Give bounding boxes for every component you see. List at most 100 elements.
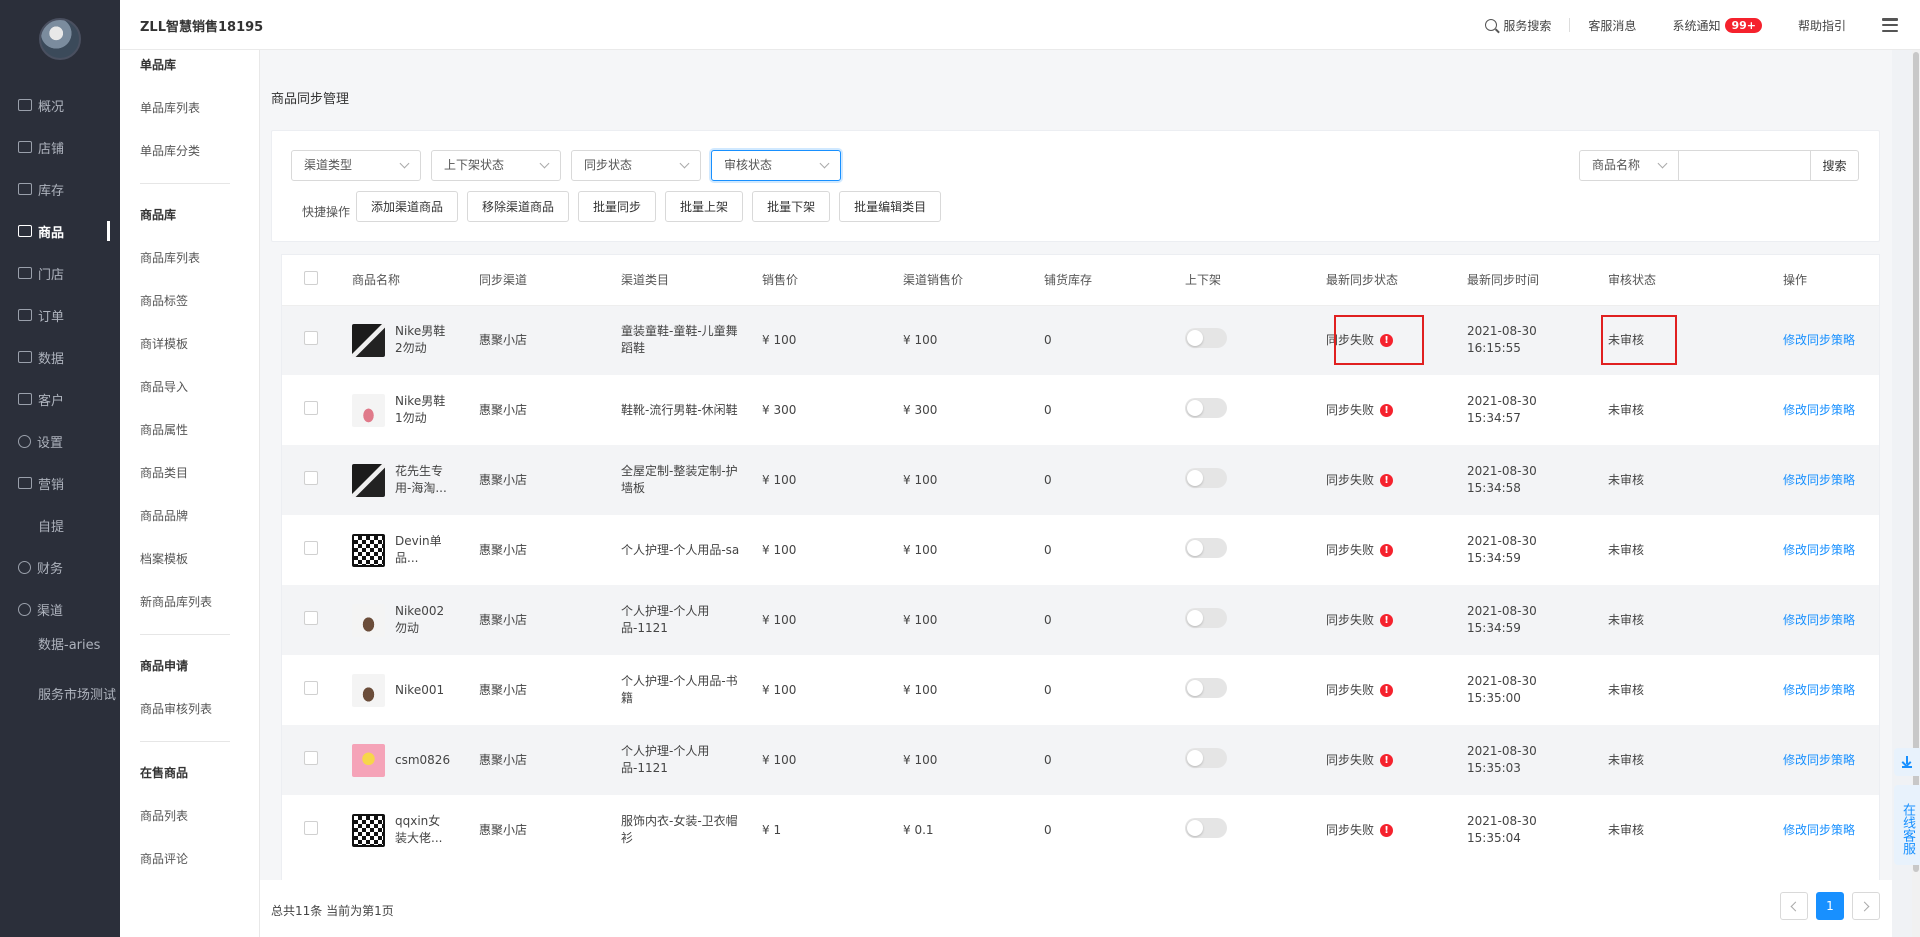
nav-item-pickup[interactable]: 自提 (0, 504, 120, 546)
help-link[interactable]: 帮助指引 (1780, 17, 1864, 34)
error-icon[interactable]: ! (1380, 823, 1394, 837)
hamburger-menu-icon[interactable] (1882, 18, 1898, 32)
edit-sync-strategy-link[interactable]: 修改同步策略 (1783, 333, 1855, 347)
search-button[interactable]: 搜索 (1811, 150, 1859, 181)
nav-item-store[interactable]: 店铺 (0, 126, 120, 168)
store-title: ZLL智慧销售18195 (140, 20, 264, 35)
total-count: 总共11条 当前为第1页 (271, 904, 394, 918)
download-float-button[interactable] (1894, 748, 1920, 776)
channel-category: 个人护理-个人用品-sa (621, 542, 740, 557)
error-icon[interactable]: ! (1380, 333, 1394, 347)
row-checkbox[interactable] (304, 820, 318, 835)
audit-status-select[interactable]: 审核状态 (711, 150, 841, 181)
shelf-toggle[interactable] (1185, 467, 1227, 488)
subnav-item[interactable]: 商品列表 (140, 795, 259, 838)
batch-shelf-off-button[interactable]: 批量下架 (752, 191, 831, 222)
shelf-toggle[interactable] (1185, 327, 1227, 348)
customer-message-link[interactable]: 客服消息 (1570, 17, 1654, 34)
edit-sync-strategy-link[interactable]: 修改同步策略 (1783, 543, 1855, 557)
shelf-toggle[interactable] (1185, 677, 1227, 698)
nav-item-goods[interactable]: 商品 (0, 210, 120, 252)
row-checkbox[interactable] (304, 330, 318, 345)
edit-sync-strategy-link[interactable]: 修改同步策略 (1783, 683, 1855, 697)
subnav-item[interactable]: 单品库列表 (140, 87, 259, 130)
subnav-item[interactable]: 商品标签 (140, 280, 259, 323)
error-icon[interactable]: ! (1380, 683, 1394, 697)
add-channel-goods-button[interactable]: 添加渠道商品 (356, 191, 459, 222)
search-field-select[interactable]: 商品名称 (1579, 150, 1679, 181)
subnav-item[interactable]: 新商品库列表 (140, 581, 259, 624)
row-checkbox[interactable] (304, 680, 318, 695)
divider (140, 183, 230, 184)
batch-shelf-on-button[interactable]: 批量上架 (665, 191, 744, 222)
subnav-item[interactable]: 商品导入 (140, 366, 259, 409)
row-checkbox[interactable] (304, 610, 318, 625)
audit-status: 未审核 (1608, 332, 1645, 347)
subnav-item[interactable]: 商品类目 (140, 452, 259, 495)
edit-sync-strategy-link[interactable]: 修改同步策略 (1783, 473, 1855, 487)
select-all-checkbox[interactable] (304, 271, 318, 286)
prev-page-button[interactable] (1780, 892, 1808, 920)
row-checkbox[interactable] (304, 750, 318, 765)
edit-sync-strategy-link[interactable]: 修改同步策略 (1783, 753, 1855, 767)
page-title: 商品同步管理 (271, 92, 350, 107)
edit-sync-strategy-link[interactable]: 修改同步策略 (1783, 613, 1855, 627)
nav-item-data-aries[interactable]: 数据-aries (0, 630, 120, 680)
nav-item-settings[interactable]: 设置 (0, 420, 120, 462)
subnav-item[interactable]: 商品评论 (140, 838, 259, 881)
row-checkbox[interactable] (304, 470, 318, 485)
batch-sync-button[interactable]: 批量同步 (578, 191, 657, 222)
shelf-toggle[interactable] (1185, 817, 1227, 838)
online-service-float-button[interactable]: 在线客服 (1894, 785, 1920, 865)
subnav-item[interactable]: 商品审核列表 (140, 688, 259, 731)
shelf-toggle[interactable] (1185, 747, 1227, 768)
search-input[interactable] (1679, 150, 1811, 181)
nav-item-service-market[interactable]: 服务市场测试 (0, 680, 120, 730)
sync-status-select[interactable]: 同步状态 (571, 150, 701, 181)
subnav-item[interactable]: 商详模板 (140, 323, 259, 366)
row-checkbox[interactable] (304, 400, 318, 415)
subnav-item[interactable]: 商品品牌 (140, 495, 259, 538)
subnav-item[interactable]: 档案模板 (140, 538, 259, 581)
subnav-item[interactable]: 商品属性 (140, 409, 259, 452)
nav-item-shop[interactable]: 门店 (0, 252, 120, 294)
goods-table-card: 商品名称 同步渠道 渠道类目 销售价 渠道销售价 铺货库存 上下架 最新同步状态… (281, 254, 1880, 937)
nav-item-customer[interactable]: 客户 (0, 378, 120, 420)
error-icon[interactable]: ! (1380, 613, 1394, 627)
remove-channel-goods-button[interactable]: 移除渠道商品 (467, 191, 570, 222)
audit-status: 未审核 (1608, 822, 1645, 837)
data-icon (18, 351, 32, 363)
nav-item-finance[interactable]: 财务 (0, 546, 120, 588)
nav-item-data[interactable]: 数据 (0, 336, 120, 378)
error-icon[interactable]: ! (1380, 473, 1394, 487)
error-icon[interactable]: ! (1380, 403, 1394, 417)
subnav-item[interactable]: 单品库分类 (140, 130, 259, 173)
edit-sync-strategy-link[interactable]: 修改同步策略 (1783, 403, 1855, 417)
column-header: 铺货库存 (1034, 255, 1175, 306)
error-icon[interactable]: ! (1380, 543, 1394, 557)
row-checkbox[interactable] (304, 540, 318, 555)
nav-item-marketing[interactable]: 营销 (0, 462, 120, 504)
shelf-toggle[interactable] (1185, 607, 1227, 628)
edit-sync-strategy-link[interactable]: 修改同步策略 (1783, 823, 1855, 837)
search-icon (1485, 19, 1498, 31)
subnav-group-single: 单品库 单品库列表 单品库分类 (120, 44, 259, 173)
next-page-button[interactable] (1852, 892, 1880, 920)
batch-edit-category-button[interactable]: 批量编辑类目 (839, 191, 942, 222)
system-notice-link[interactable]: 系统通知 99+ (1654, 17, 1780, 34)
subnav-item[interactable]: 商品库列表 (140, 237, 259, 280)
shelf-status-select[interactable]: 上下架状态 (431, 150, 561, 181)
shelf-toggle[interactable] (1185, 397, 1227, 418)
user-avatar[interactable] (39, 18, 81, 60)
shelf-toggle[interactable] (1185, 537, 1227, 558)
nav-item-overview[interactable]: 概况 (0, 84, 120, 126)
channel-type-select[interactable]: 渠道类型 (291, 150, 421, 181)
service-search-link[interactable]: 服务搜索 (1467, 17, 1569, 34)
inventory-icon (18, 183, 32, 195)
sync-status: 同步失败! (1326, 752, 1447, 769)
nav-item-channel[interactable]: 渠道 (0, 588, 120, 630)
nav-item-order[interactable]: 订单 (0, 294, 120, 336)
error-icon[interactable]: ! (1380, 753, 1394, 767)
nav-item-inventory[interactable]: 库存 (0, 168, 120, 210)
page-number[interactable]: 1 (1816, 892, 1844, 920)
